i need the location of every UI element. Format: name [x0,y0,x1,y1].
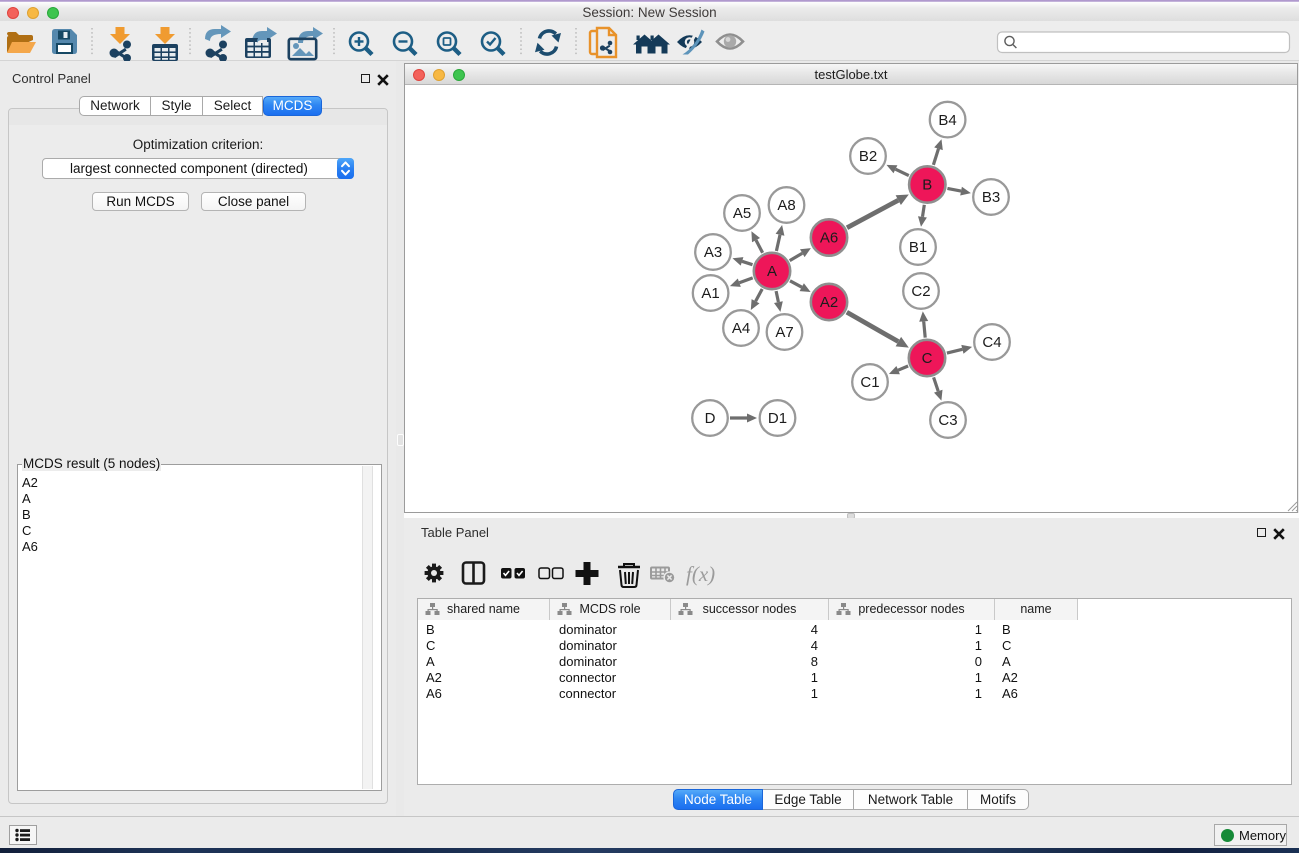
svg-text:D1: D1 [768,410,787,427]
svg-text:B2: B2 [859,148,877,165]
svg-text:A8: A8 [777,197,795,214]
svg-text:C2: C2 [911,283,930,300]
svg-text:A1: A1 [701,285,719,302]
svg-text:A4: A4 [732,320,750,337]
svg-text:C4: C4 [982,334,1001,351]
svg-text:A2: A2 [820,294,838,311]
svg-text:B: B [922,177,932,194]
svg-text:A7: A7 [775,324,793,341]
svg-text:f(x): f(x) [686,562,715,586]
svg-text:C3: C3 [938,412,957,429]
svg-text:B4: B4 [938,112,956,129]
svg-text:A5: A5 [733,205,751,222]
svg-text:B1: B1 [909,239,927,256]
svg-text:B3: B3 [982,189,1000,206]
svg-text:C1: C1 [860,374,879,391]
svg-text:D: D [705,410,716,427]
svg-text:A6: A6 [820,230,838,247]
svg-text:A3: A3 [704,244,722,261]
svg-text:C: C [922,350,933,367]
svg-text:A: A [767,263,777,280]
